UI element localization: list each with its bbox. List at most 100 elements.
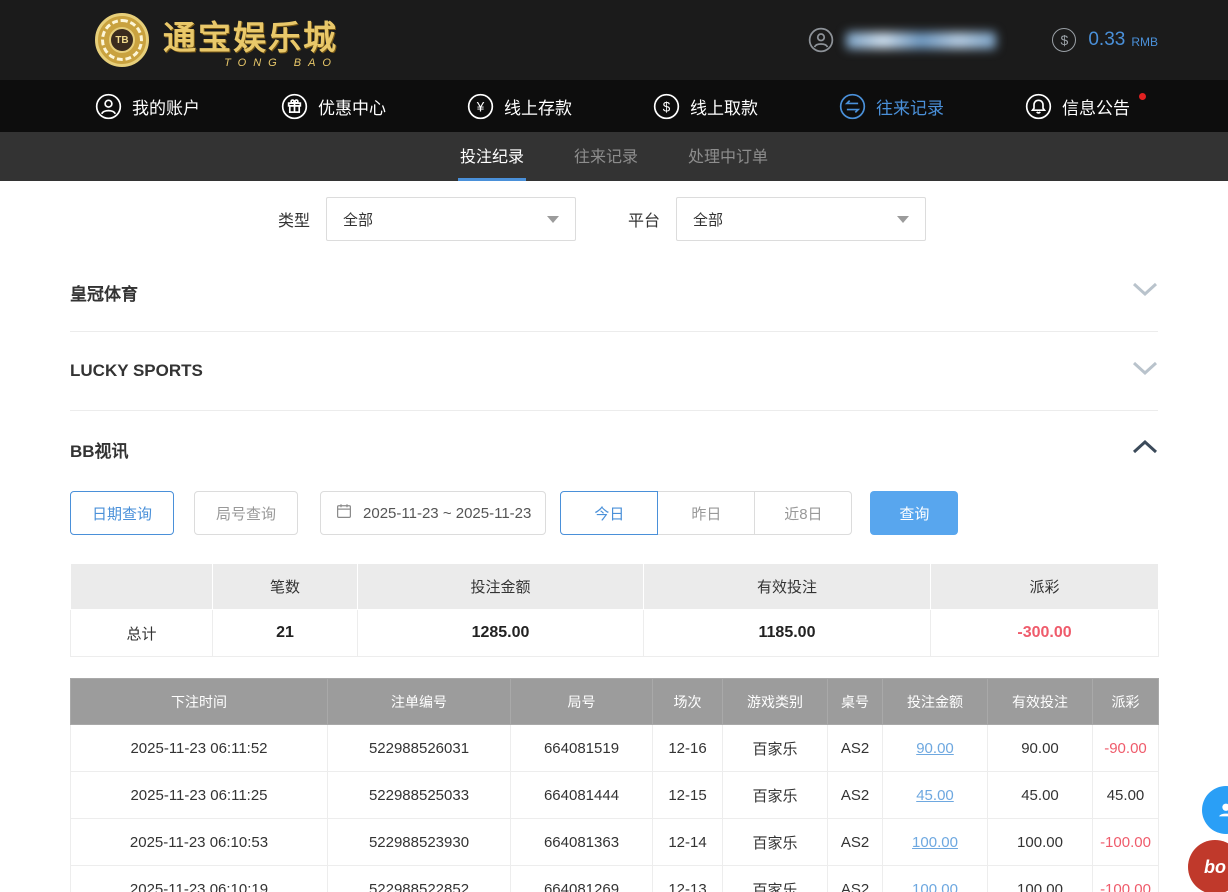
top-header: TB 通宝娱乐城 TONG BAO $ 0.33 RMB <box>0 0 1228 80</box>
brand-logo[interactable]: TB 通宝娱乐城 TONG BAO <box>95 11 338 69</box>
col-round-number: 局号 <box>511 679 653 725</box>
balance-amount: 0.33 <box>1088 29 1125 51</box>
summary-header-count: 笔数 <box>213 564 358 610</box>
table-number: AS2 <box>828 725 883 772</box>
nav-label: 优惠中心 <box>318 94 386 119</box>
username-blurred[interactable] <box>846 32 996 49</box>
search-button[interactable]: 查询 <box>870 491 958 535</box>
summary-header-bet-amount: 投注金额 <box>358 564 644 610</box>
withdraw-coin-icon: $ <box>653 93 680 120</box>
nav-item-promotions[interactable]: 优惠中心 <box>281 93 386 120</box>
bb-query-controls: 日期查询 局号查询 2025-11-23 ~ 2025-11-23 今日 昨日 … <box>70 491 1158 535</box>
platform-filter-select[interactable]: 全部 <box>676 197 926 241</box>
table-number: AS2 <box>828 866 883 892</box>
chevron-down-icon <box>547 216 559 223</box>
table-row: 2025-11-23 06:11:52 522988526031 6640815… <box>71 725 1159 772</box>
col-payout: 派彩 <box>1093 679 1159 725</box>
summary-header-payout: 派彩 <box>931 564 1159 610</box>
chip-label: TB <box>109 27 135 53</box>
table-row: 2025-11-23 06:11:25 522988525033 6640814… <box>71 772 1159 819</box>
type-filter-select[interactable]: 全部 <box>326 197 576 241</box>
col-bet-time: 下注时间 <box>71 679 328 725</box>
valid-bet: 100.00 <box>988 866 1093 892</box>
date-query-button[interactable]: 日期查询 <box>70 491 174 535</box>
topbar-right: $ 0.33 RMB <box>808 27 1158 53</box>
chevron-up-icon <box>1132 439 1158 459</box>
section-bb-video[interactable]: BB视讯 <box>70 411 1158 487</box>
bell-icon <box>1025 93 1052 120</box>
tab-transaction-records[interactable]: 往来记录 <box>572 132 640 181</box>
main-content: 类型 全部 平台 全部 皇冠体育 LUCKY SPORTS BB视讯 日期查询 … <box>0 197 1228 892</box>
balance-currency: RMB <box>1131 31 1158 49</box>
valid-bet: 100.00 <box>988 819 1093 866</box>
yesterday-button[interactable]: 昨日 <box>657 491 755 535</box>
quick-date-group: 今日 昨日 近8日 <box>560 491 852 535</box>
nav-item-withdraw[interactable]: $ 线上取款 <box>653 93 758 120</box>
deposit-coin-icon: ¥ <box>467 93 494 120</box>
svg-text:¥: ¥ <box>476 99 485 114</box>
order-number: 522988523930 <box>328 819 511 866</box>
round-number: 664081444 <box>511 772 653 819</box>
dollar-icon: $ <box>1052 28 1076 52</box>
summary-header-empty <box>71 564 213 610</box>
bet-time: 2025-11-23 06:10:53 <box>71 819 328 866</box>
game-type: 百家乐 <box>723 725 828 772</box>
bet-amount-link[interactable]: 100.00 <box>912 834 958 851</box>
summary-total-row: 总计 21 1285.00 1185.00 -300.00 <box>71 610 1159 657</box>
nav-item-deposit[interactable]: ¥ 线上存款 <box>467 93 572 120</box>
table-row: 2025-11-23 06:10:19 522988522852 6640812… <box>71 866 1159 892</box>
col-valid-bet: 有效投注 <box>988 679 1093 725</box>
section-lucky-sports[interactable]: LUCKY SPORTS <box>70 332 1158 411</box>
valid-bet: 45.00 <box>988 772 1093 819</box>
nav-item-my-account[interactable]: 我的账户 <box>95 93 200 120</box>
table-number: AS2 <box>828 819 883 866</box>
bet-time: 2025-11-23 06:10:19 <box>71 866 328 892</box>
bet-amount-link[interactable]: 45.00 <box>916 787 954 804</box>
payout: 45.00 <box>1093 772 1159 819</box>
type-filter-value: 全部 <box>343 209 373 230</box>
order-number: 522988522852 <box>328 866 511 892</box>
user-icon <box>808 27 834 53</box>
order-number: 522988525033 <box>328 772 511 819</box>
section-crown-sports[interactable]: 皇冠体育 <box>70 253 1158 332</box>
type-filter-label: 类型 <box>278 207 310 231</box>
tab-betting-records[interactable]: 投注纪录 <box>458 132 526 181</box>
chevron-down-icon <box>1132 282 1158 302</box>
last-8-days-button[interactable]: 近8日 <box>754 491 852 535</box>
chevron-down-icon <box>897 216 909 223</box>
summary-payout: -300.00 <box>931 610 1159 657</box>
valid-bet: 90.00 <box>988 725 1093 772</box>
gift-icon <box>281 93 308 120</box>
summary-count: 21 <box>213 610 358 657</box>
date-range-value: 2025-11-23 ~ 2025-11-23 <box>363 505 531 522</box>
bet-amount-link[interactable]: 90.00 <box>916 740 954 757</box>
tab-pending-orders[interactable]: 处理中订单 <box>686 132 770 181</box>
round-number: 664081363 <box>511 819 653 866</box>
sub-nav: 投注纪录 往来记录 处理中订单 <box>0 132 1228 181</box>
summary-valid-bet: 1185.00 <box>644 610 931 657</box>
summary-total-label: 总计 <box>71 610 213 657</box>
nav-item-announcements[interactable]: 信息公告 <box>1025 93 1130 120</box>
round-query-button[interactable]: 局号查询 <box>194 491 298 535</box>
chevron-down-icon <box>1132 361 1158 381</box>
bet-time: 2025-11-23 06:11:25 <box>71 772 328 819</box>
game-type: 百家乐 <box>723 819 828 866</box>
table-row: 2025-11-23 06:10:53 522988523930 6640813… <box>71 819 1159 866</box>
session: 12-13 <box>653 866 723 892</box>
balance[interactable]: $ 0.33 RMB <box>1052 28 1158 52</box>
nav-label: 我的账户 <box>132 94 200 119</box>
summary-header-valid-bet: 有效投注 <box>644 564 931 610</box>
bet-amount-link[interactable]: 100.00 <box>912 881 958 892</box>
payout: -100.00 <box>1093 819 1159 866</box>
today-button[interactable]: 今日 <box>560 491 658 535</box>
platform-filter-value: 全部 <box>693 209 723 230</box>
bet-time: 2025-11-23 06:11:52 <box>71 725 328 772</box>
nav-label: 信息公告 <box>1062 94 1130 119</box>
col-session: 场次 <box>653 679 723 725</box>
nav-item-transaction-records[interactable]: 往来记录 <box>839 93 944 120</box>
game-type: 百家乐 <box>723 866 828 892</box>
summary-bet-amount: 1285.00 <box>358 610 644 657</box>
notification-dot <box>1139 93 1146 100</box>
date-range-input[interactable]: 2025-11-23 ~ 2025-11-23 <box>320 491 546 535</box>
col-game-type: 游戏类别 <box>723 679 828 725</box>
